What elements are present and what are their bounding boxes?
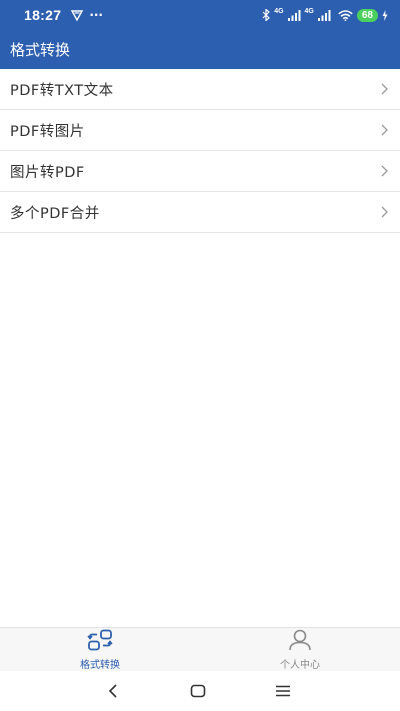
bottom-navigation: 格式转换 个人中心 [0,627,400,672]
signal-strength-icon [287,6,301,25]
menu-item-label: 图片转PDF [10,164,85,181]
chevron-right-icon [381,124,388,136]
wifi-icon [338,6,353,25]
more-notifications-indicator: ··· [89,8,103,22]
person-icon [287,629,313,655]
bluetooth-icon [262,6,271,25]
menu-item-label: 多个PDF合并 [10,205,100,222]
recent-apps-menu-button[interactable] [275,683,291,699]
menu-item-label: PDF转图片 [10,123,85,140]
menu-item-pdf-to-image[interactable]: PDF转图片 [0,110,400,151]
tab-format-convert[interactable]: 格式转换 [0,628,200,672]
menu-item-pdf-to-txt[interactable]: PDF转TXT文本 [0,69,400,110]
status-time: 18:27 [24,7,62,23]
tab-label: 个人中心 [280,660,320,671]
menu-item-image-to-pdf[interactable]: 图片转PDF [0,151,400,192]
back-button[interactable] [105,683,121,699]
chevron-right-icon [381,206,388,218]
network-type-2: 4G [304,7,314,15]
page-title: 格式转换 [10,41,71,59]
vpn-shield-icon [71,6,84,25]
menu-item-label: PDF转TXT文本 [10,82,114,99]
menu-item-merge-pdfs[interactable]: 多个PDF合并 [0,192,400,233]
home-button[interactable] [190,683,206,699]
convert-icon [86,629,114,655]
app-bar: 格式转换 [0,30,400,69]
charging-bolt-icon [382,6,388,25]
app-screen: 18:27 ··· 4G 4G 68 格式转换 PDF转TXT文本 PDF转图片… [0,0,400,711]
status-left-icons: ··· [71,6,103,25]
chevron-right-icon [381,83,388,95]
system-navigation-bar [0,671,400,711]
tab-personal-center[interactable]: 个人中心 [200,628,400,672]
signal-strength-icon [317,6,331,25]
chevron-right-icon [381,165,388,177]
network-type-1: 4G [274,7,284,15]
status-bar: 18:27 ··· 4G 4G 68 [0,0,400,30]
conversion-menu-list: PDF转TXT文本 PDF转图片 图片转PDF 多个PDF合并 [0,69,400,233]
status-right-icons: 4G 4G 68 [262,6,388,25]
tab-label: 格式转换 [80,660,120,671]
battery-level-badge: 68 [356,8,378,22]
